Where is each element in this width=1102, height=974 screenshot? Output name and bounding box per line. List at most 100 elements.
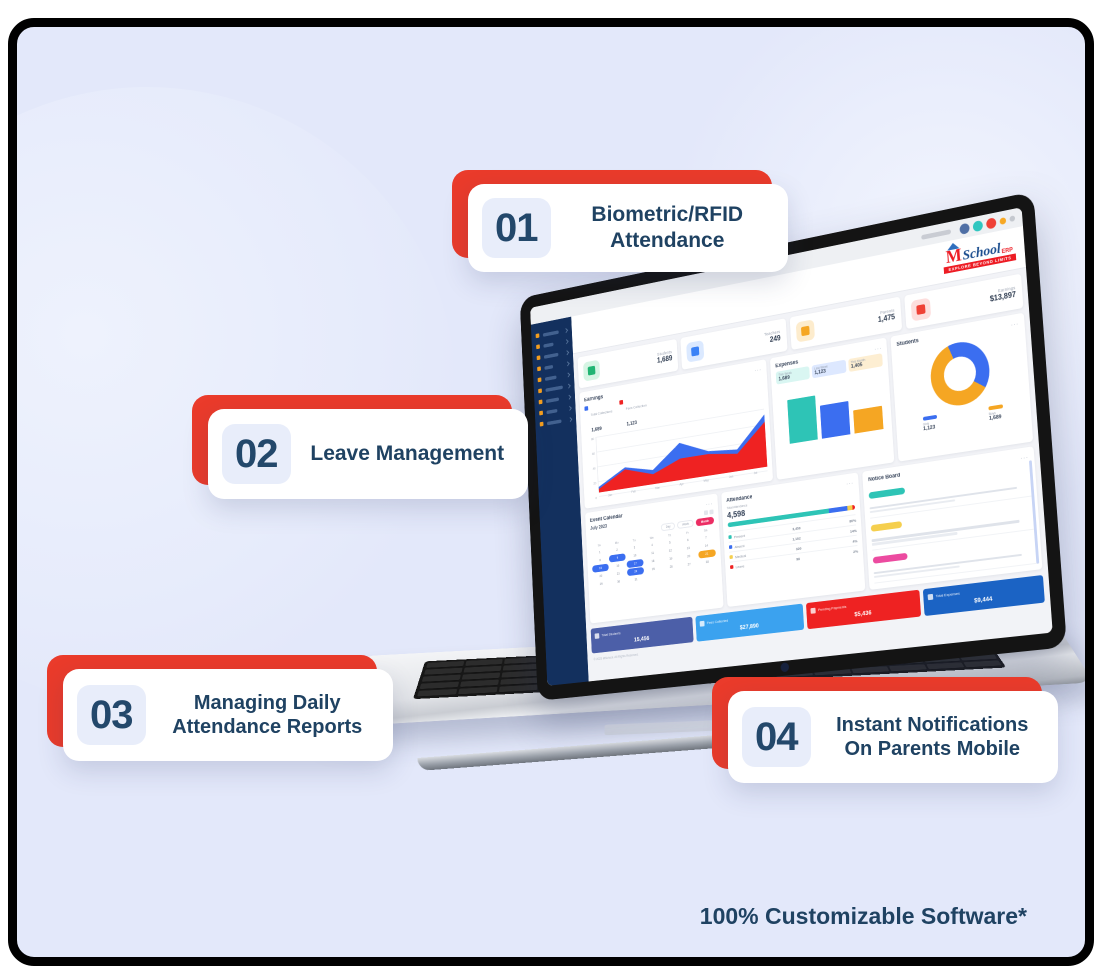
poster-frame: M School ERP EXPLORE BEYOND LIMITS Stude… [8, 18, 1094, 966]
feature-card-03[interactable]: 03 Managing Daily Attendance Reports [47, 655, 393, 761]
keyboard-key [888, 664, 928, 672]
sidebar-item-label [542, 329, 559, 337]
browser-url-bar[interactable] [921, 228, 952, 240]
chevron-right-icon [567, 405, 572, 411]
legend-swatch [619, 399, 624, 405]
students-menu-icon[interactable]: ... [1011, 319, 1020, 327]
x-tick: Jul [753, 470, 758, 476]
row-count: 320 [795, 545, 802, 551]
calendar-segment-day[interactable]: Day [660, 522, 676, 532]
students-donut-chart [928, 337, 992, 410]
legend-name: Fees Collection [625, 402, 647, 411]
star-icon[interactable] [999, 216, 1007, 225]
earnings-icon [910, 297, 931, 322]
calendar-day[interactable]: 31 [628, 575, 645, 584]
tile-label: Fees Collected [706, 617, 729, 626]
chevron-right-icon [564, 338, 569, 344]
notice-menu-icon[interactable]: ... [1020, 453, 1029, 461]
menu-icon[interactable] [1009, 215, 1016, 223]
progress-segment [852, 504, 856, 510]
webcam-icon [780, 662, 790, 673]
user-avatar-icon[interactable] [959, 222, 970, 235]
feature-card-02[interactable]: 02 Leave Management [192, 395, 528, 499]
feature-label-02: Leave Management [310, 442, 505, 466]
feature-label-01: Biometric/RFID Attendance [591, 203, 744, 252]
legend-value: 1,689 [591, 426, 602, 434]
notice-board-card: Notice Board ... [862, 446, 1043, 590]
feature-number-04: 04 [742, 707, 811, 767]
feature-number-01: 01 [482, 198, 551, 258]
laptop-screen: M School ERP EXPLORE BEYOND LIMITS Stude… [530, 207, 1053, 686]
sidebar-item-label [544, 364, 554, 370]
tile-label: Pending Payments [817, 604, 847, 613]
calendar-day[interactable]: 28 [698, 557, 716, 567]
sidebar-item-label [543, 342, 554, 348]
calendar-day[interactable]: 25 [645, 564, 662, 573]
expense-bar [820, 401, 851, 439]
keyboard-key [926, 662, 965, 670]
row-swatch [728, 545, 733, 550]
row-name: Present [733, 532, 746, 539]
x-tick: Apr [679, 482, 684, 487]
donut-legend-value: 1,689 [988, 414, 1002, 422]
row-swatch [729, 555, 733, 560]
calendar-menu-icon[interactable]: ... [706, 500, 713, 507]
sidebar-item-label [545, 396, 560, 403]
feature-card-04[interactable]: 04 Instant Notifications On Parents Mobi… [712, 677, 1058, 783]
sidebar-bullet-icon [539, 421, 544, 427]
earnings-chart-title: Earnings [583, 394, 604, 403]
sidebar-bullet-icon [539, 410, 543, 416]
legend-value: 1,123 [626, 420, 638, 428]
sidebar-item-label [543, 352, 559, 359]
calendar-next-icon[interactable] [709, 508, 714, 515]
calendar-nav[interactable] [703, 508, 714, 515]
notice-list[interactable] [868, 462, 1037, 584]
calendar-day[interactable]: 27 [680, 560, 698, 569]
earnings-menu-icon[interactable]: ... [754, 365, 761, 373]
tile-icon [699, 620, 705, 627]
tile-label: Total Expenses [935, 590, 960, 599]
calendar-segment-week[interactable]: Week [677, 519, 694, 529]
expenses-chart-title: Expenses [775, 359, 799, 369]
tile-icon [810, 607, 816, 614]
legend-swatch [584, 406, 589, 411]
row-name: Absent [734, 542, 745, 549]
expense-bar [853, 405, 884, 434]
y-tick: 40 [592, 466, 596, 471]
chevron-right-icon [568, 416, 573, 422]
students-donut-card: Students ... Girls 1,123 Boys 1,689 [890, 312, 1034, 462]
calendar-segment-month[interactable]: Month [695, 516, 714, 527]
feature-label-04: Instant Notifications On Parents Mobile [836, 713, 1029, 760]
sidebar-bullet-icon [536, 355, 541, 361]
logo-mark-icon: M [945, 247, 962, 268]
sidebar-item-label [545, 385, 563, 392]
calendar-day[interactable]: 26 [662, 562, 680, 571]
chevron-right-icon [566, 383, 571, 389]
calendar-day[interactable]: 29 [593, 579, 610, 588]
notice-tag [871, 520, 903, 532]
alert-icon[interactable] [985, 216, 997, 230]
row-name: Medical [734, 552, 747, 559]
expenses-bar-chart [777, 369, 888, 455]
row-pct: 14% [849, 527, 857, 534]
legend-item: Fees Collection 1,123 [619, 395, 647, 431]
feature-label-03: Managing Daily Attendance Reports [172, 691, 363, 738]
x-tick: Mar [655, 485, 660, 491]
calendar-day[interactable]: 30 [610, 577, 627, 586]
calendar-prev-icon[interactable] [703, 509, 708, 515]
row-name: Leave [735, 563, 745, 569]
sidebar-bullet-icon [537, 377, 542, 383]
keyboard-key [963, 660, 1003, 668]
row-swatch [728, 535, 732, 540]
attendance-menu-icon[interactable]: ... [846, 479, 854, 487]
chevron-right-icon [565, 361, 570, 366]
y-tick: 80 [591, 437, 595, 442]
legend-name: Total Collections [590, 408, 613, 417]
x-tick: Jan [607, 493, 613, 498]
teachers-icon [686, 340, 705, 363]
expenses-menu-icon[interactable]: ... [874, 344, 882, 352]
chat-icon[interactable] [972, 219, 984, 232]
y-tick: 20 [593, 481, 597, 486]
feature-card-01[interactable]: 01 Biometric/RFID Attendance [452, 170, 788, 272]
x-tick: Feb [631, 489, 636, 494]
